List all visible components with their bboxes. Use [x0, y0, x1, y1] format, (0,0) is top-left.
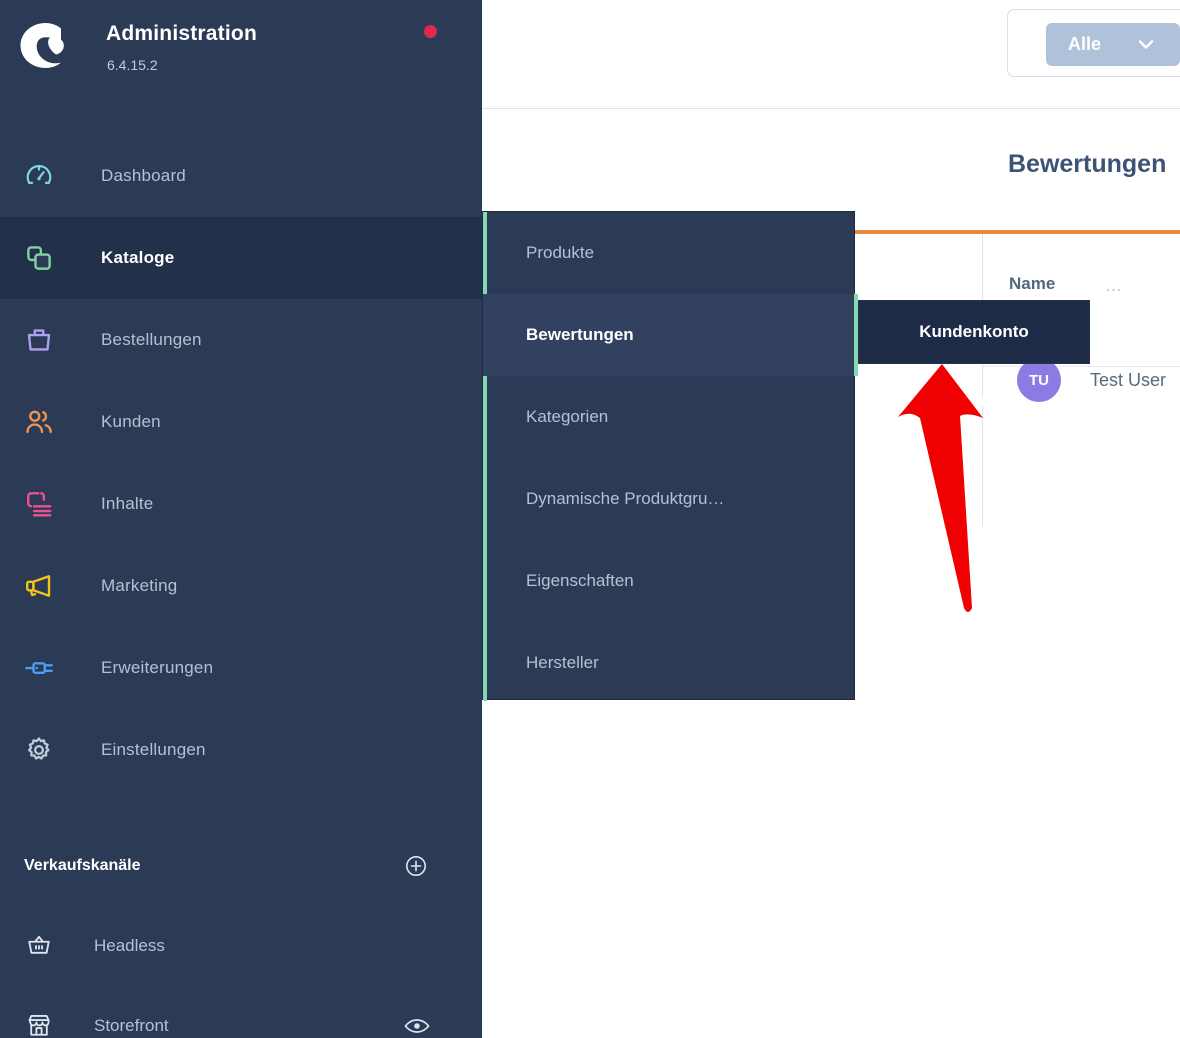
sidebar-item-label: Erweiterungen: [101, 658, 213, 678]
global-search-box[interactable]: Alle Produkte, Kunden, Bestellungen …: [1007, 9, 1180, 77]
shopware-logo-icon: [14, 17, 70, 73]
gear-icon: [22, 733, 56, 767]
sidebar-item-label: Dashboard: [101, 166, 186, 186]
bag-icon: [22, 323, 56, 357]
sidebar-item-marketing[interactable]: Marketing: [0, 545, 482, 627]
sidebar-item-inhalte[interactable]: Inhalte: [0, 463, 482, 545]
storefront-icon: [26, 1012, 54, 1038]
sidebar-item-label: Kataloge: [101, 248, 174, 268]
column-header-name[interactable]: Name: [1009, 274, 1055, 294]
app-title: Administration: [106, 22, 257, 46]
page-title: Bewertungen: [482, 150, 1180, 179]
chevron-down-icon: [1136, 37, 1156, 56]
flyout-item-label: Bewertungen: [526, 325, 634, 345]
flyout-item-produkte[interactable]: Produkte: [483, 212, 854, 294]
avatar: TU: [1017, 358, 1061, 402]
sidebar-item-label: Bestellungen: [101, 330, 202, 350]
notification-dot-icon[interactable]: [424, 25, 437, 38]
search-scope-select[interactable]: Alle: [1046, 23, 1180, 66]
sales-channel-label: Storefront: [94, 1016, 169, 1036]
flyout-item-label: Dynamische Produktgru…: [526, 489, 724, 509]
flyout-item-label: Produkte: [526, 243, 594, 263]
sidebar-item-label: Einstellungen: [101, 740, 206, 760]
sales-channel-headless[interactable]: Headless: [0, 905, 482, 987]
sidebar-item-erweiterungen[interactable]: Erweiterungen: [0, 627, 482, 709]
sidebar-item-dashboard[interactable]: Dashboard: [0, 135, 482, 217]
brand-header: Administration 6.4.15.2: [0, 0, 482, 100]
plug-icon: [22, 651, 56, 685]
column-options-icon[interactable]: …: [1105, 276, 1124, 296]
catalog-icon: [22, 241, 56, 275]
sales-channel-section-title: Verkaufskanäle: [24, 857, 141, 875]
sales-channel-label: Headless: [94, 936, 165, 956]
gauge-icon: [22, 159, 56, 193]
app-version: 6.4.15.2: [107, 57, 158, 73]
flyout-item-bewertungen[interactable]: Bewertungen: [483, 294, 854, 376]
basket-icon: [26, 932, 54, 960]
grid-column-divider: [982, 406, 983, 526]
top-bar: Alle Produkte, Kunden, Bestellungen …: [482, 0, 1180, 109]
sidebar-item-label: Kunden: [101, 412, 161, 432]
flyout-item-label: Hersteller: [526, 653, 599, 673]
plus-circle-icon[interactable]: [404, 854, 428, 878]
sales-channel-storefront[interactable]: Storefront: [0, 985, 482, 1038]
flyout-item-eigenschaften[interactable]: Eigenschaften: [483, 540, 854, 622]
main-navigation: Dashboard Kataloge: [0, 135, 482, 791]
flyout-item-kategorien[interactable]: Kategorien: [483, 376, 854, 458]
flyout-item-hersteller[interactable]: Hersteller: [483, 622, 854, 704]
sales-channel-section-header: Verkaufskanäle: [0, 845, 482, 897]
grid-row-divider: [982, 366, 1180, 367]
sidebar-item-kunden[interactable]: Kunden: [0, 381, 482, 463]
users-icon: [22, 405, 56, 439]
flyout-item-label: Kategorien: [526, 407, 608, 427]
kundenkonto-tooltip: Kundenkonto: [858, 300, 1090, 364]
table-cell-name[interactable]: Test User: [1090, 370, 1166, 391]
sidebar-item-label: Marketing: [101, 576, 177, 596]
content-list-icon: [22, 487, 56, 521]
sidebar-item-label: Inhalte: [101, 494, 153, 514]
flyout-item-dynamische-produktgruppen[interactable]: Dynamische Produktgru…: [483, 458, 854, 540]
sidebar-item-einstellungen[interactable]: Einstellungen: [0, 709, 482, 791]
sidebar: Administration 6.4.15.2 Dashboard: [0, 0, 482, 1038]
sidebar-item-bestellungen[interactable]: Bestellungen: [0, 299, 482, 381]
search-scope-label: Alle: [1068, 34, 1101, 55]
tooltip-label: Kundenkonto: [919, 322, 1029, 342]
megaphone-icon: [22, 569, 56, 603]
flyout-item-label: Eigenschaften: [526, 571, 634, 591]
sidebar-item-kataloge[interactable]: Kataloge: [0, 217, 482, 299]
catalog-flyout-menu: Produkte Bewertungen Kategorien Dynamisc…: [482, 211, 855, 700]
screen-root: Administration 6.4.15.2 Dashboard: [0, 0, 1180, 1038]
eye-icon[interactable]: [404, 1017, 430, 1035]
